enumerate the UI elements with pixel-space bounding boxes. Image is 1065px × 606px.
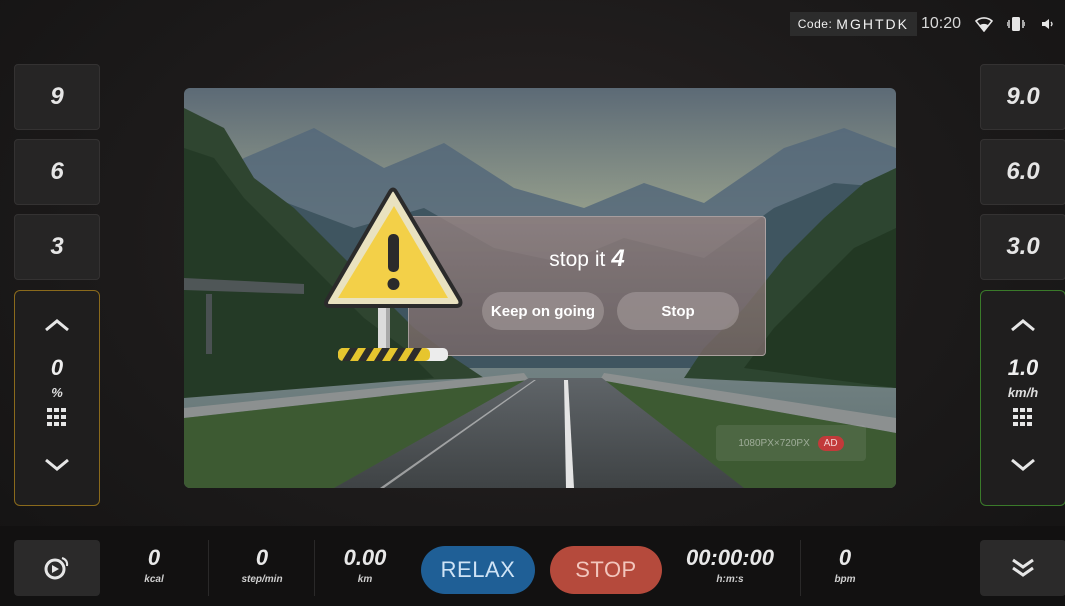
- calories-metric: 0 kcal: [124, 545, 184, 586]
- code-value: MGHTDK: [836, 16, 909, 32]
- treadmill-screen: Code: MGHTDK 10:20 9 6 3 0 % 9.0 6.0 3.0…: [0, 0, 1065, 606]
- divider: [314, 540, 315, 596]
- code-label: Code:: [797, 17, 833, 31]
- dialog-title-text: stop it: [549, 248, 606, 271]
- speed-value: 1.0: [1007, 355, 1039, 380]
- device-code: Code: MGHTDK: [789, 12, 917, 36]
- speed-preset-6[interactable]: 6.0: [980, 139, 1065, 205]
- distance-value: 0.00: [343, 545, 387, 570]
- incline-keypad-icon[interactable]: [47, 408, 67, 431]
- elapsed-time-unit: h:m:s: [716, 574, 744, 585]
- program-button[interactable]: [14, 540, 100, 596]
- divider: [800, 540, 801, 596]
- dialog-stop-button[interactable]: Stop: [617, 292, 739, 330]
- calories-value: 0: [147, 545, 161, 570]
- heart-rate-metric: 0 bpm: [818, 545, 872, 586]
- clock: 10:20: [920, 15, 961, 32]
- heart-rate-unit: bpm: [834, 574, 856, 585]
- status-bar: Code: MGHTDK 10:20: [789, 12, 1057, 36]
- heart-rate-value: 0: [838, 545, 852, 570]
- stop-button[interactable]: STOP: [550, 546, 662, 594]
- keep-going-button[interactable]: Keep on going: [482, 292, 604, 330]
- cadence-value: 0: [255, 545, 269, 570]
- ad-size-text: 1080PX×720PX: [738, 437, 810, 449]
- double-chevron-down-icon: [1012, 558, 1034, 577]
- ad-badge[interactable]: 1080PX×720PX AD: [716, 425, 866, 461]
- speed-down-chevron-icon[interactable]: [1003, 445, 1043, 485]
- incline-down-chevron-icon[interactable]: [37, 445, 77, 485]
- collapse-button[interactable]: [980, 540, 1065, 596]
- cadence-metric: 0 step/min: [224, 545, 300, 586]
- speed-keypad-icon[interactable]: [1013, 408, 1033, 431]
- speed-preset-9[interactable]: 9.0: [980, 64, 1065, 130]
- distance-metric: 0.00 km: [330, 545, 400, 586]
- ad-label: AD: [817, 435, 844, 451]
- speed-unit: km/h: [1007, 385, 1039, 400]
- vibrate-icon: [1007, 16, 1025, 32]
- speed-preset-3[interactable]: 3.0: [980, 214, 1065, 280]
- speed-panel: 1.0 km/h: [980, 290, 1065, 506]
- elapsed-time-value: 00:00:00: [685, 545, 775, 570]
- incline-value: 0: [50, 355, 64, 380]
- wifi-icon: [975, 16, 993, 32]
- incline-preset-3[interactable]: 3: [14, 214, 100, 280]
- incline-up-chevron-icon[interactable]: [37, 305, 77, 345]
- incline-unit: %: [51, 385, 63, 400]
- elapsed-time-metric: 00:00:00 h:m:s: [674, 545, 786, 586]
- relax-button[interactable]: RELAX: [421, 546, 535, 594]
- incline-panel: 0 %: [14, 290, 100, 506]
- calories-unit: kcal: [144, 574, 164, 585]
- dialog-countdown: 4: [611, 245, 625, 272]
- incline-preset-6[interactable]: 6: [14, 139, 100, 205]
- divider: [208, 540, 209, 596]
- volume-icon[interactable]: [1039, 16, 1057, 32]
- distance-unit: km: [357, 574, 373, 585]
- incline-preset-9[interactable]: 9: [14, 64, 100, 130]
- warning-sign-icon: [324, 187, 463, 361]
- cadence-unit: step/min: [241, 574, 283, 585]
- speed-up-chevron-icon[interactable]: [1003, 305, 1043, 345]
- program-icon: [44, 557, 69, 580]
